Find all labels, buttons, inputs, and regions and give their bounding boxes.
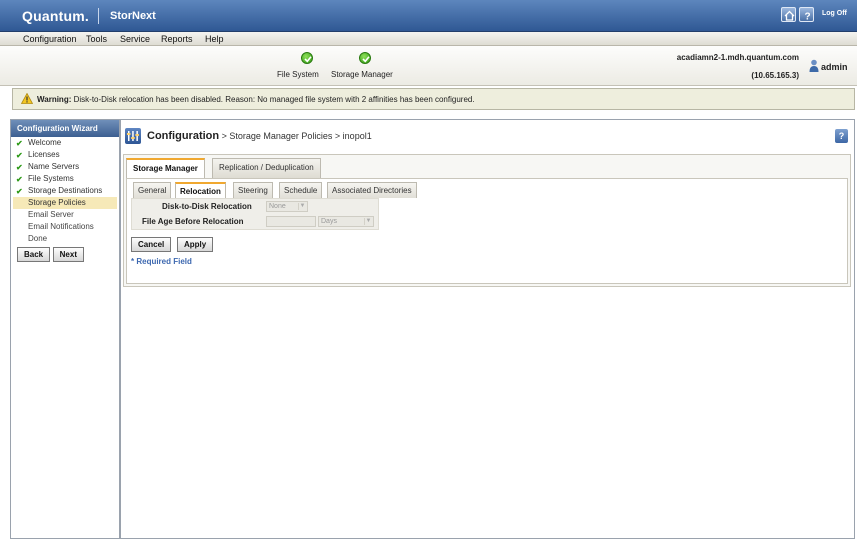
configuration-icon xyxy=(125,128,141,144)
tab-general[interactable]: General xyxy=(133,182,172,198)
storage-manager-status-icon[interactable] xyxy=(359,52,371,64)
wizard-step-label: Done xyxy=(28,234,48,243)
file-age-unit-select[interactable]: Days ▼ xyxy=(318,216,374,227)
wizard-step-label: Licenses xyxy=(28,150,60,159)
wizard-step-email-notifications[interactable]: Email Notifications xyxy=(11,221,119,233)
wizard-step-file-systems[interactable]: ✔ File Systems xyxy=(11,173,119,185)
warning-icon xyxy=(21,93,33,104)
svg-text:?: ? xyxy=(805,12,811,22)
breadcrumb-path: > Storage Manager Policies > inopol1 xyxy=(219,131,372,141)
menu-service[interactable]: Service xyxy=(120,34,150,44)
chevron-down-icon: ▼ xyxy=(364,218,372,225)
storage-manager-status-label[interactable]: Storage Manager xyxy=(331,70,393,79)
tab-steering[interactable]: Steering xyxy=(233,182,273,198)
apply-button[interactable]: Apply xyxy=(177,237,214,252)
menu-tools[interactable]: Tools xyxy=(86,34,107,44)
file-system-status-icon[interactable] xyxy=(301,52,313,64)
brand-divider xyxy=(98,8,99,24)
relocation-form: Disk-to-Disk Relocation None ▼ File Age B… xyxy=(131,198,379,230)
home-icon[interactable] xyxy=(781,7,796,22)
d2d-relocation-value: None xyxy=(269,203,286,210)
host-ip: (10.65.165.3) xyxy=(751,71,799,80)
wizard-step-email-server[interactable]: Email Server xyxy=(11,209,119,221)
wizard-step-name-servers[interactable]: ✔ Name Servers xyxy=(11,161,119,173)
cancel-button[interactable]: Cancel xyxy=(131,237,172,252)
breadcrumb: Configuration > Storage Manager Policies… xyxy=(147,130,372,142)
status-bar: File System Storage Manager acadiamn2-1.… xyxy=(0,46,857,86)
quantum-logo: Quantum. xyxy=(22,8,89,24)
menu-reports[interactable]: Reports xyxy=(161,34,193,44)
policy-panel: Storage Manager Replication / Deduplicat… xyxy=(123,154,851,287)
page-title: Configuration xyxy=(147,130,220,142)
wizard-step-label: Storage Destinations xyxy=(28,186,103,195)
page-help-icon[interactable]: ? xyxy=(835,129,848,143)
configuration-wizard-panel: Configuration Wizard ✔ Welcome ✔ Licenses … xyxy=(10,119,120,539)
file-age-label: File Age Before Relocation xyxy=(142,217,244,226)
title-bar: Quantum. StorNext ? Log Off xyxy=(0,0,857,32)
wizard-step-storage-destinations[interactable]: ✔ Storage Destinations xyxy=(11,185,119,197)
host-name: acadiamn2-1.mdh.quantum.com xyxy=(676,53,799,62)
required-field-note: * Required Field xyxy=(131,257,192,266)
d2d-relocation-label: Disk-to-Disk Relocation xyxy=(162,202,252,211)
tab-replication-deduplication[interactable]: Replication / Deduplication xyxy=(212,158,321,178)
help-icon[interactable]: ? xyxy=(799,7,814,22)
wizard-buttons: Back Next xyxy=(11,245,119,262)
product-name: StorNext xyxy=(110,10,156,22)
tab-storage-manager[interactable]: Storage Manager xyxy=(126,158,205,179)
user-icon xyxy=(809,59,819,72)
wizard-step-welcome[interactable]: ✔ Welcome xyxy=(11,137,119,149)
storage-manager-subpanel: General Relocation Steering Schedule Ass… xyxy=(126,178,848,284)
wizard-step-label: Email Server xyxy=(28,210,74,219)
wizard-step-label: Name Servers xyxy=(28,162,80,171)
wizard-step-label: File Systems xyxy=(28,174,74,183)
warning-banner: Warning: Disk-to-Disk relocation has bee… xyxy=(12,88,855,110)
menu-bar: Configuration Tools Service Reports Help xyxy=(0,32,857,46)
wizard-step-label: Storage Policies xyxy=(28,198,86,207)
tab-schedule[interactable]: Schedule xyxy=(279,182,323,198)
file-system-status-label[interactable]: File System xyxy=(277,70,319,79)
wizard-step-label: Email Notifications xyxy=(28,222,94,231)
menu-help[interactable]: Help xyxy=(205,34,224,44)
main-content: Configuration > Storage Manager Policies… xyxy=(120,119,855,539)
file-age-unit-value: Days xyxy=(321,218,337,225)
warning-label: Warning: xyxy=(37,95,72,104)
user-name[interactable]: admin xyxy=(821,62,848,72)
wizard-step-licenses[interactable]: ✔ Licenses xyxy=(11,149,119,161)
next-button[interactable]: Next xyxy=(52,247,84,262)
wizard-step-done[interactable]: Done xyxy=(11,233,119,245)
file-age-input[interactable] xyxy=(266,216,316,227)
log-off-link[interactable]: Log Off xyxy=(822,10,847,17)
wizard-step-storage-policies[interactable]: Storage Policies xyxy=(13,197,117,209)
wizard-title: Configuration Wizard xyxy=(11,120,119,137)
menu-configuration[interactable]: Configuration xyxy=(23,34,77,44)
d2d-relocation-select[interactable]: None ▼ xyxy=(266,201,308,212)
back-button[interactable]: Back xyxy=(17,247,51,262)
wizard-step-label: Welcome xyxy=(28,138,62,147)
warning-message: Disk-to-Disk relocation has been disable… xyxy=(73,95,475,104)
chevron-down-icon: ▼ xyxy=(298,203,306,210)
tab-relocation[interactable]: Relocation xyxy=(175,182,226,198)
tab-associated-directories[interactable]: Associated Directories xyxy=(327,182,417,198)
